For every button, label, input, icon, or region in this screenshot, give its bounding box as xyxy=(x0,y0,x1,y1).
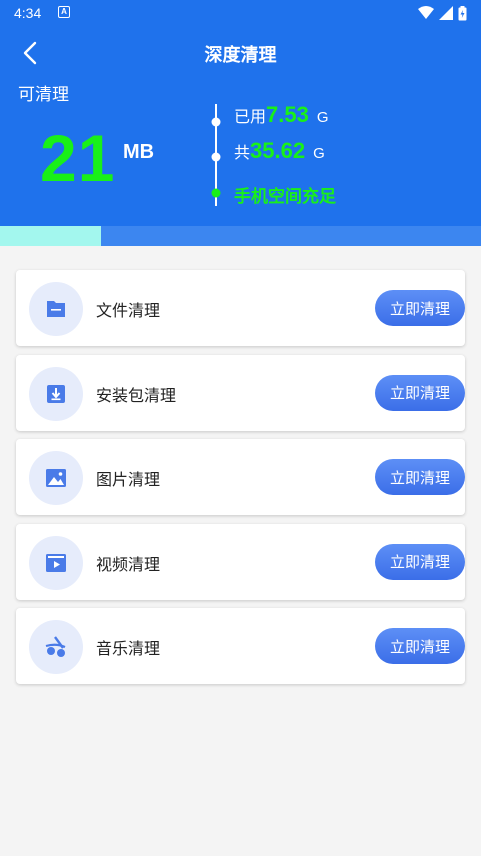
clean-item-label: 音乐清理 xyxy=(96,639,161,658)
notification-icon: A xyxy=(58,6,70,18)
clean-item-label: 图片清理 xyxy=(96,470,161,489)
used-label: 已用 xyxy=(234,107,267,126)
cleanable-unit: MB xyxy=(123,141,155,163)
clean-item-images: 图片清理 立即清理 xyxy=(16,439,465,515)
clean-item-files: 文件清理 立即清理 xyxy=(16,270,465,346)
clean-category-list: 文件清理 立即清理 安装包清理 立即清理 图片清理 立即清理 视频清理 立即清理… xyxy=(16,270,465,693)
used-storage-row: 已用 7.53 G xyxy=(234,102,329,128)
clean-item-label: 视频清理 xyxy=(96,554,161,574)
clean-item-label: 文件清理 xyxy=(96,301,161,320)
header: 4:34 A 深度清理 可清理 21 MB 已用 7.53 G 共 35.62 … xyxy=(0,0,481,226)
status-icons xyxy=(418,5,467,21)
clean-now-button[interactable]: 立即清理 xyxy=(375,543,465,580)
status-time: 4:34 xyxy=(14,5,42,21)
total-storage-row: 共 35.62 G xyxy=(234,138,325,164)
page-title: 深度清理 xyxy=(204,45,277,66)
clean-item-videos: 视频清理 立即清理 xyxy=(16,523,465,600)
clean-now-button[interactable]: 立即清理 xyxy=(375,628,465,664)
used-value: 7.53 xyxy=(266,102,309,127)
clean-progress-bar xyxy=(0,226,481,246)
clean-item-packages: 安装包清理 立即清理 xyxy=(16,354,465,431)
used-unit: G xyxy=(316,109,329,126)
image-icon xyxy=(29,451,83,505)
storage-status: 手机空间充足 xyxy=(234,187,336,207)
clean-now-button[interactable]: 立即清理 xyxy=(375,459,465,495)
folder-icon xyxy=(29,282,83,336)
signal-icon xyxy=(439,6,453,20)
cleanable-amount: 21 xyxy=(40,121,116,195)
total-label: 共 xyxy=(234,143,251,162)
total-unit: G xyxy=(313,145,325,162)
storage-timeline xyxy=(211,104,221,206)
clean-item-label: 安装包清理 xyxy=(96,385,177,405)
total-value: 35.62 xyxy=(250,138,306,163)
clean-progress-fill xyxy=(0,226,101,246)
status-bar: 4:34 A xyxy=(0,0,481,26)
download-package-icon xyxy=(29,366,83,421)
clean-now-button[interactable]: 立即清理 xyxy=(375,374,465,411)
clean-now-button[interactable]: 立即清理 xyxy=(375,290,465,326)
wifi-icon xyxy=(418,6,434,19)
video-icon xyxy=(29,535,83,590)
cleanable-label: 可清理 xyxy=(18,85,69,105)
battery-icon xyxy=(458,5,467,20)
clean-item-music: 音乐清理 立即清理 xyxy=(16,608,465,684)
music-icon xyxy=(29,620,83,674)
